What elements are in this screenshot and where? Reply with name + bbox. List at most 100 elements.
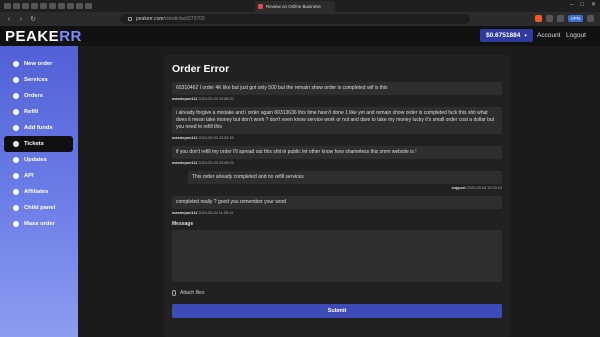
balance-button[interactable]: $0.6751884 ▾ [480, 29, 533, 42]
sidebar-item-label: New order [24, 61, 53, 67]
tab-icon[interactable] [40, 3, 47, 9]
stack-icon [13, 221, 19, 227]
sidebar-item-label: Orders [24, 93, 44, 99]
wallet-icon [13, 125, 19, 131]
window-controls: – □ ✕ [570, 2, 596, 9]
logo-main: PEAKE [5, 28, 60, 45]
active-tab[interactable]: Review on Online Business [255, 1, 335, 12]
message-author: support [451, 186, 466, 190]
panel-icon [13, 205, 19, 211]
maximize-icon[interactable]: □ [580, 2, 584, 9]
message-timestamp: 2024-03-04 11:39:11 [198, 211, 234, 215]
message-author: masterpon111 [172, 211, 198, 215]
logout-link[interactable]: Logout [566, 32, 586, 39]
tab-icon[interactable] [76, 3, 83, 9]
message-timestamp: 2024-03-03 23:02:15 [198, 136, 234, 140]
forward-icon[interactable]: › [18, 16, 24, 23]
user-message: i already forgive a mistake and i order … [172, 107, 502, 134]
message-thread: 60310462 I order 4K like but just got on… [172, 82, 502, 215]
minimize-icon[interactable]: – [570, 2, 573, 9]
submit-button[interactable]: Submit [172, 304, 502, 318]
user-message: 60310462 I order 4K like but just got on… [172, 82, 502, 95]
main-content: Order Error 60310462 I order 4K like but… [78, 46, 600, 337]
attach-files-label: Attach files [180, 290, 205, 296]
url-domain: peakerr.com [136, 16, 164, 22]
ticket-card: Order Error 60310462 I order 4K like but… [164, 55, 510, 337]
refill-icon [13, 109, 19, 115]
logo[interactable]: PEAKERR [5, 28, 82, 45]
message-meta: masterpon111 2024-03-03 23:02:15 [172, 136, 502, 140]
brave-shield-icon[interactable] [534, 15, 542, 22]
message-meta: masterpon111 2024-03-04 11:39:11 [172, 211, 502, 215]
sidebar-item-label: Refill [24, 109, 39, 115]
sidebar-item-affiliates[interactable]: Affiliates [4, 184, 73, 200]
message-author: masterpon111 [172, 136, 198, 140]
sidebar-toggle-icon[interactable] [556, 15, 564, 22]
paperclip-icon [172, 290, 176, 296]
sidebar-item-mass-order[interactable]: Mass order [4, 216, 73, 232]
sidebar-item-add-funds[interactable]: Add funds [4, 120, 73, 136]
sidebar-item-label: API [24, 173, 34, 179]
sidebar-item-label: Updates [24, 157, 47, 163]
sidebar-item-orders[interactable]: Orders [4, 88, 73, 104]
support-message: This order already completed and no refi… [188, 171, 502, 184]
sidebar-item-new-order[interactable]: New order [4, 56, 73, 72]
tab-icon[interactable] [49, 3, 56, 9]
sidebar-item-label: Tickets [24, 141, 44, 147]
extensions: VPN [534, 15, 594, 22]
attach-files-button[interactable]: Attach files [172, 290, 502, 296]
sidebar-item-label: Child panel [24, 205, 56, 211]
logo-accent: RR [59, 28, 82, 45]
message-meta: masterpon111 2024-03-03 23:06:09 [172, 161, 502, 165]
message-author: masterpon111 [172, 97, 198, 101]
tab-icon[interactable] [67, 3, 74, 9]
message-textarea[interactable] [172, 230, 502, 282]
list-icon [13, 77, 19, 83]
bell-icon [13, 157, 19, 163]
tab-icon[interactable] [4, 3, 11, 9]
message-author: masterpon111 [172, 161, 198, 165]
app-header: PEAKERR $0.6751884 ▾ Account Logout [0, 26, 600, 46]
message-timestamp: 2024-03-04 10:29:15 [466, 186, 502, 190]
orders-icon [13, 93, 19, 99]
menu-icon[interactable] [587, 15, 594, 22]
tab-icon[interactable] [13, 3, 20, 9]
tab-icon[interactable] [58, 3, 65, 9]
cart-icon [13, 61, 19, 67]
back-icon[interactable]: ‹ [6, 16, 12, 23]
close-icon[interactable]: ✕ [591, 2, 596, 9]
sidebar-item-label: Services [24, 77, 48, 83]
message-timestamp: 2024-03-03 23:06:09 [198, 161, 234, 165]
tab-icon[interactable] [22, 3, 29, 9]
tab-favicon-icon [258, 4, 263, 9]
extension-icon[interactable] [545, 15, 553, 22]
tab-icon[interactable] [85, 3, 92, 9]
sidebar-item-services[interactable]: Services [4, 72, 73, 88]
sidebar-item-label: Add funds [24, 125, 53, 131]
user-message: if you don't refill my order I'll spread… [172, 146, 502, 159]
code-icon [13, 173, 19, 179]
sidebar: New order Services Orders Refill Add funds Ti… [0, 46, 78, 337]
message-label: Message [172, 221, 194, 227]
users-icon [13, 189, 19, 195]
url-input[interactable]: peakerr.com/viewticket/273703 [120, 14, 470, 24]
balance-value: $0.6751884 [486, 32, 521, 39]
sidebar-item-label: Mass order [24, 221, 55, 227]
sidebar-item-tickets[interactable]: Tickets [4, 136, 73, 152]
url-path: /viewticket/273703 [163, 16, 205, 22]
tab-icon[interactable] [31, 3, 38, 9]
user-message: completed really ? good you remember you… [172, 196, 502, 209]
sidebar-item-api[interactable]: API [4, 168, 73, 184]
sidebar-item-refill[interactable]: Refill [4, 104, 73, 120]
sidebar-item-child-panel[interactable]: Child panel [4, 200, 73, 216]
lock-icon [128, 17, 132, 21]
chevron-down-icon: ▾ [524, 32, 527, 39]
account-link[interactable]: Account [537, 32, 561, 39]
vpn-button[interactable]: VPN [567, 15, 583, 22]
message-meta: support 2024-03-04 10:29:15 [172, 186, 502, 190]
sidebar-item-updates[interactable]: Updates [4, 152, 73, 168]
sidebar-item-label: Affiliates [24, 189, 49, 195]
address-bar: ‹ › ↻ peakerr.com/viewticket/273703 VPN [0, 12, 600, 26]
reload-icon[interactable]: ↻ [30, 15, 36, 23]
page-title: Order Error [172, 63, 230, 75]
